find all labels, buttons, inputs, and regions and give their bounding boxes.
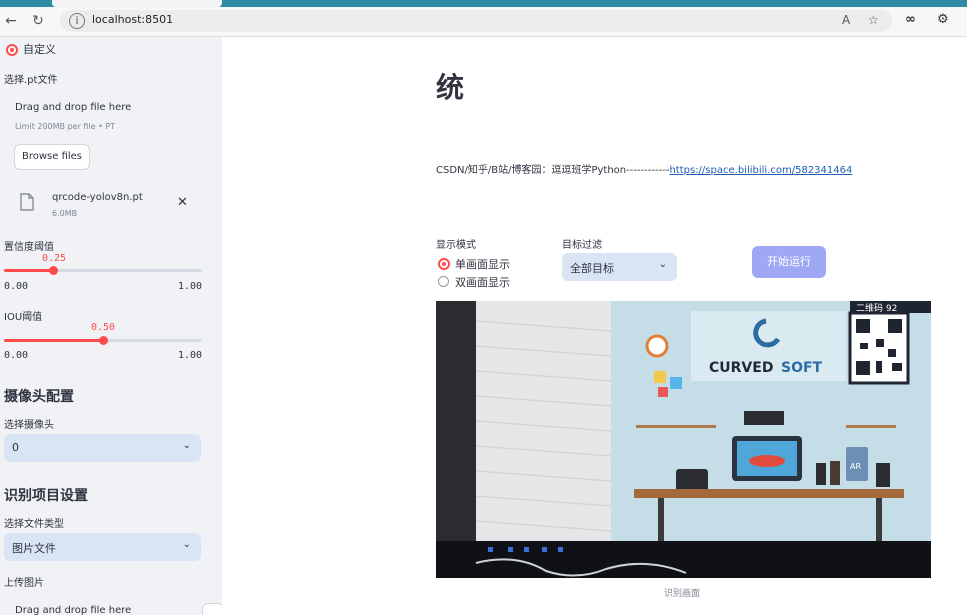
logo-text-curved: CURVED: [709, 360, 773, 376]
image-browse-button[interactable]: [202, 603, 222, 615]
model-file-label: 选择.pt文件: [4, 75, 58, 86]
target-filter-select[interactable]: 全部目标 ⌄: [562, 253, 677, 281]
filetype-select-label: 选择文件类型: [4, 519, 64, 530]
chevron-down-icon: ⌄: [182, 440, 191, 451]
uploader-limit-text: Limit 200MB per file • PT: [15, 122, 116, 131]
radio-single-view-selected[interactable]: [438, 258, 450, 270]
qr-banner-text: 二维码 92: [856, 302, 897, 314]
back-arrow-icon[interactable]: ←: [0, 11, 22, 31]
credit-text: CSDN/知乎/B站/博客园：逗逗班学Python------------: [436, 165, 670, 176]
image-uploader-drop-text: Drag and drop file here: [15, 605, 132, 615]
camera-select-label: 选择摄像头: [4, 420, 54, 431]
confidence-slider-thumb[interactable]: [49, 266, 58, 275]
radio-dual-view[interactable]: [438, 276, 449, 287]
iou-slider-thumb[interactable]: [98, 336, 108, 345]
camera-select[interactable]: 0 ⌄: [4, 434, 201, 462]
browse-files-button[interactable]: Browse files: [14, 144, 90, 170]
logo-text-soft: SOFT: [781, 360, 823, 376]
reload-icon[interactable]: ↻: [27, 11, 49, 31]
iou-slider-fill: [4, 339, 103, 342]
radio-custom-selected[interactable]: [6, 44, 18, 56]
scene-illustration: CURVED SOFT 二维码 92 AR: [436, 301, 931, 578]
confidence-value: 0.25: [42, 253, 67, 264]
favorite-star-icon[interactable]: ☆: [868, 13, 879, 27]
site-info-icon[interactable]: i: [69, 13, 85, 29]
upload-image-label: 上传图片: [4, 578, 44, 589]
browser-toolbar: ← ↻ i localhost:8501 A ☆ ∞ ⚙: [0, 7, 967, 37]
bilibili-link[interactable]: https://space.bilibili.com/582341464: [669, 165, 852, 176]
browser-tab-strip: [0, 0, 967, 7]
confidence-slider-fill: [4, 269, 54, 272]
extensions-icon[interactable]: ∞: [905, 12, 916, 27]
address-url: localhost:8501: [92, 13, 174, 26]
uploaded-file-name: qrcode-yolov8n.pt: [52, 192, 143, 203]
uploaded-file-size: 6.0MB: [52, 209, 78, 218]
credit-line: CSDN/知乎/B站/博客园：逗逗班学Python------------htt…: [436, 161, 852, 176]
sidebar: 自定义 选择.pt文件 Drag and drop file here Limi…: [0, 37, 222, 615]
chevron-down-icon: ⌄: [658, 259, 667, 270]
page-title: 统: [436, 71, 465, 104]
target-filter-value: 全部目标: [570, 262, 614, 275]
chevron-down-icon: ⌄: [182, 539, 191, 550]
remove-file-close-icon[interactable]: ✕: [177, 195, 188, 210]
iou-value: 0.50: [91, 322, 116, 333]
recognition-image: CURVED SOFT 二维码 92 AR: [436, 301, 931, 578]
filetype-select-value: 图片文件: [12, 542, 56, 555]
display-mode-label: 显示模式: [436, 240, 476, 251]
confidence-max: 1.00: [178, 281, 203, 292]
camera-section-heading: 摄像头配置: [4, 389, 74, 405]
radio-single-view-label: 单画面显示: [455, 258, 510, 271]
target-filter-label: 目标过滤: [562, 240, 602, 251]
image-caption: 识别画面: [664, 589, 701, 599]
confidence-label: 置信度阈值: [4, 242, 54, 253]
read-aloud-icon[interactable]: A: [842, 13, 850, 27]
ar-box-text: AR: [850, 462, 861, 471]
iou-max: 1.00: [178, 350, 203, 361]
camera-select-value: 0: [12, 441, 19, 454]
browser-active-tab[interactable]: [52, 0, 222, 7]
start-run-button[interactable]: 开始运行: [752, 246, 826, 278]
iou-label: IOU阈值: [4, 312, 43, 323]
radio-custom-label: 自定义: [23, 43, 56, 56]
address-bar[interactable]: i localhost:8501 A ☆: [60, 10, 892, 32]
puzzle-icon[interactable]: ⚙: [937, 12, 949, 27]
model-file-uploader[interactable]: Drag and drop file here Limit 200MB per …: [4, 92, 214, 192]
image-uploader[interactable]: Drag and drop file here: [4, 597, 222, 615]
project-section-heading: 识别项目设置: [4, 488, 88, 504]
radio-dual-view-label: 双画面显示: [455, 276, 510, 289]
confidence-min: 0.00: [4, 281, 29, 292]
file-icon: [20, 193, 34, 211]
uploader-drop-text: Drag and drop file here: [15, 102, 132, 113]
iou-min: 0.00: [4, 350, 29, 361]
filetype-select[interactable]: 图片文件 ⌄: [4, 533, 201, 561]
